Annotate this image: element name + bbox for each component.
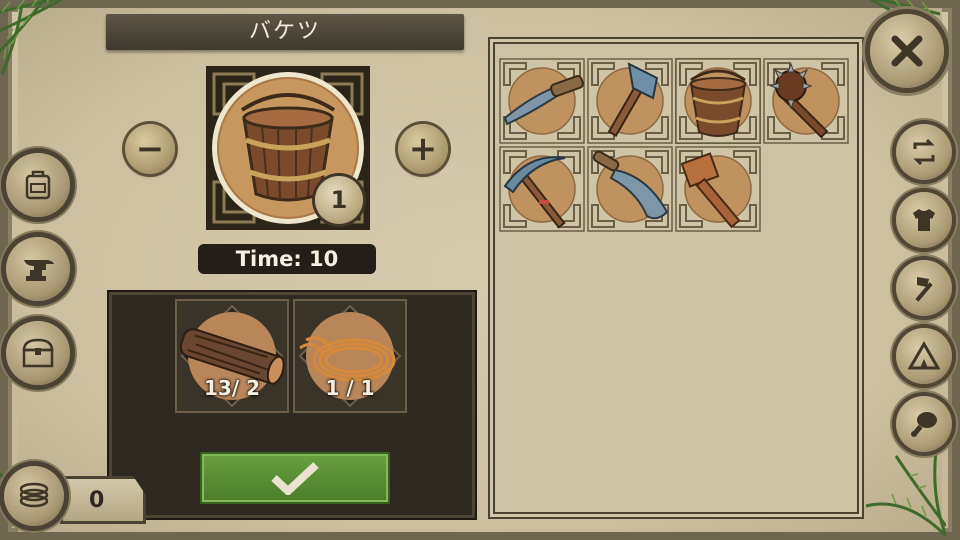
knife-icon bbox=[499, 58, 585, 144]
tent-icon bbox=[908, 341, 940, 370]
ingredient-slot-log[interactable]: 13/ 2 bbox=[174, 298, 290, 414]
tools-nav-button[interactable] bbox=[896, 260, 952, 316]
food-nav-button[interactable] bbox=[896, 396, 952, 452]
meat-icon bbox=[911, 412, 937, 437]
pickaxe-icon bbox=[499, 146, 585, 232]
recipe-pickaxe[interactable] bbox=[499, 146, 585, 232]
increase-quantity-button[interactable]: + bbox=[398, 124, 448, 174]
currency-value: 0 bbox=[89, 487, 105, 513]
recipe-stone-axe[interactable] bbox=[587, 58, 673, 144]
item-quantity-badge: 1 bbox=[315, 176, 363, 224]
recipe-wooden-mallet[interactable] bbox=[675, 146, 761, 232]
mallet-icon bbox=[675, 146, 761, 232]
swap-icon bbox=[913, 138, 935, 166]
camp-nav-button[interactable] bbox=[896, 328, 952, 384]
decrease-quantity-button[interactable]: − bbox=[125, 124, 175, 174]
log-count: 13/ 2 bbox=[203, 376, 260, 400]
craft-time-label: Time: 10 bbox=[198, 244, 376, 274]
recipe-machete[interactable] bbox=[587, 146, 673, 232]
coins-icon bbox=[19, 482, 49, 508]
swap-nav-button[interactable] bbox=[896, 124, 952, 180]
axe-icon bbox=[587, 58, 673, 144]
ingredient-slot-rope[interactable]: 1 / 1 bbox=[292, 298, 408, 414]
anvil-icon bbox=[24, 260, 54, 281]
hammer-icon bbox=[915, 277, 933, 302]
recipe-bucket[interactable] bbox=[675, 58, 761, 144]
craft-confirm-button[interactable] bbox=[200, 452, 390, 504]
backpack-nav-button[interactable] bbox=[6, 153, 70, 217]
armor-nav-button[interactable] bbox=[896, 192, 952, 248]
mace-icon bbox=[763, 58, 849, 144]
rope-count: 1 / 1 bbox=[325, 376, 375, 400]
close-button[interactable] bbox=[870, 14, 944, 88]
checkmark-icon bbox=[271, 462, 319, 495]
recipe-spiked-club[interactable] bbox=[763, 58, 849, 144]
currency-button[interactable] bbox=[4, 466, 64, 526]
close-icon bbox=[891, 35, 923, 67]
armor-icon bbox=[913, 209, 935, 231]
anvil-nav-button[interactable] bbox=[6, 237, 70, 301]
recipe-stone-knife[interactable] bbox=[499, 58, 585, 144]
backpack-icon bbox=[25, 170, 51, 200]
chest-icon bbox=[22, 338, 54, 368]
item-title: バケツ bbox=[106, 14, 464, 50]
chest-nav-button[interactable] bbox=[6, 321, 70, 385]
bucket-icon bbox=[675, 58, 761, 144]
currency-counter: 0 bbox=[60, 476, 146, 524]
machete-icon bbox=[587, 146, 673, 232]
